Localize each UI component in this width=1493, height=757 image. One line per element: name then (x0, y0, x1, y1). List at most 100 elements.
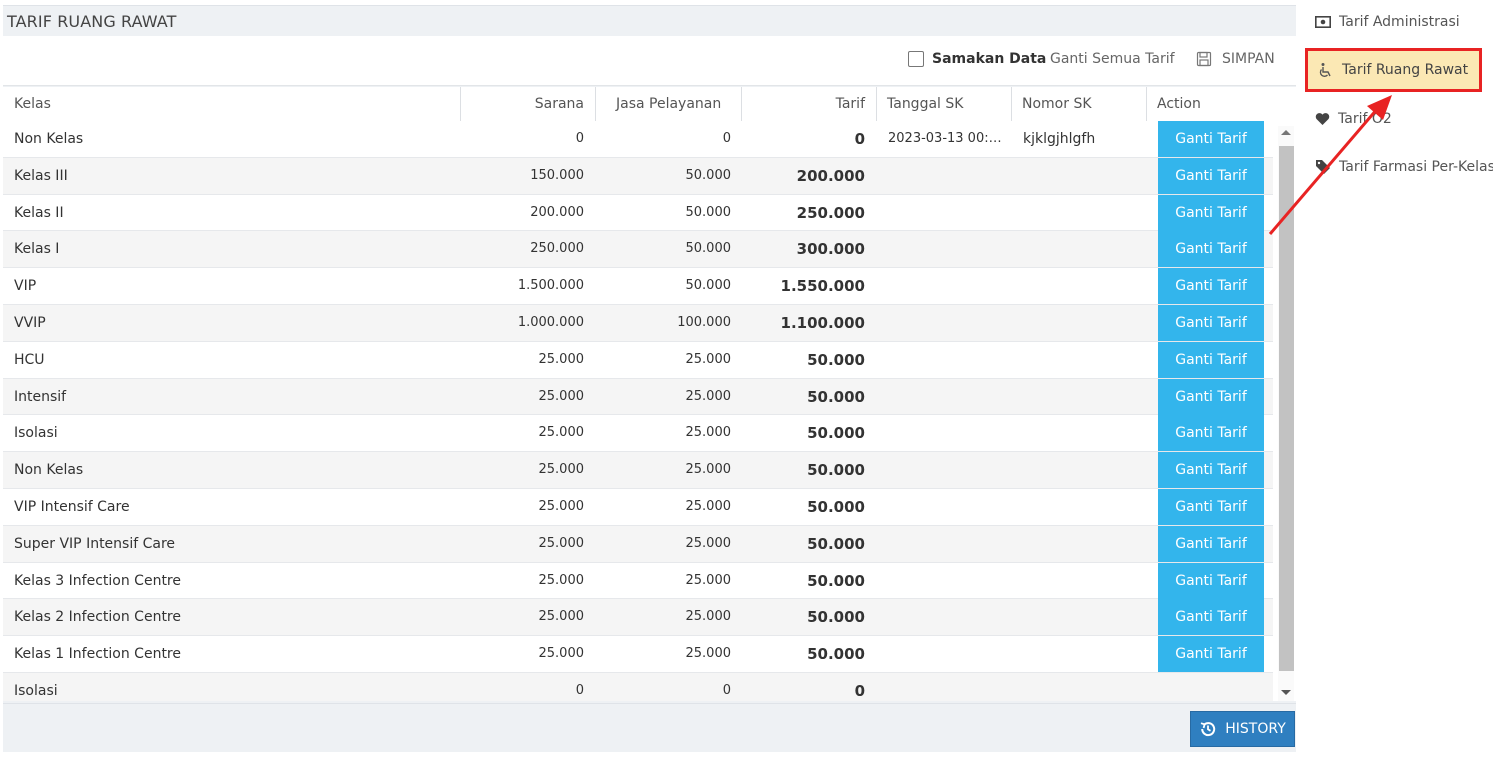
column-header-jasa-pelayanan[interactable]: Jasa Pelayanan (605, 87, 751, 121)
cell-sarana: 25.000 (538, 462, 585, 478)
cell-tanggal-sk (888, 305, 1006, 341)
cell-tanggal-sk (888, 563, 1006, 599)
ganti-tarif-button[interactable]: Ganti Tarif (1158, 452, 1264, 489)
cell-sarana: 0 (575, 131, 584, 146)
cell-sarana: 200.000 (530, 204, 584, 220)
cell-jasa-pelayanan: 25.000 (685, 646, 732, 662)
samakan-data-toggle[interactable]: Samakan Data (908, 51, 1046, 67)
cell-tanggal-sk (888, 342, 1006, 378)
table-header: Kelas Sarana Jasa Pelayanan Tarif Tangga… (3, 87, 1273, 121)
cell-sarana: 25.000 (538, 351, 585, 367)
cell-sarana: 25.000 (538, 609, 585, 625)
cell-nomor-sk (1023, 305, 1143, 341)
column-header-nomor-sk[interactable]: Nomor SK (1011, 87, 1146, 121)
cell-jasa-pelayanan: 100.000 (677, 314, 731, 330)
table-row: Isolasi 0 0 0 (3, 672, 1273, 701)
cell-sarana: 150.000 (530, 167, 584, 183)
cell-tarif: 1.100.000 (780, 313, 865, 332)
sidebar-item-tarif-o2[interactable]: Tarif O2 (1303, 97, 1493, 141)
samakan-data-label: Samakan Data (932, 51, 1047, 67)
wheelchair-icon (1319, 63, 1331, 77)
ganti-tarif-button[interactable]: Ganti Tarif (1158, 636, 1264, 673)
sidebar-item-tarif-administrasi[interactable]: Tarif Administrasi (1303, 0, 1493, 44)
simpan-button[interactable]: SIMPAN (1196, 51, 1275, 67)
ganti-tarif-button[interactable]: Ganti Tarif (1158, 304, 1264, 341)
save-icon (1196, 51, 1212, 67)
cell-nomor-sk (1023, 636, 1143, 672)
ganti-tarif-button[interactable]: Ganti Tarif (1158, 341, 1264, 378)
cell-sarana: 25.000 (538, 425, 585, 441)
heart-icon (1315, 113, 1330, 125)
cell-nomor-sk (1023, 599, 1143, 635)
panel-footer: HISTORY (3, 703, 1296, 752)
ganti-tarif-button[interactable]: Ganti Tarif (1158, 378, 1264, 415)
ganti-tarif-button[interactable]: Ganti Tarif (1158, 121, 1264, 157)
cell-jasa-pelayanan: 0 (722, 682, 731, 698)
cell-sarana: 25.000 (538, 535, 585, 551)
column-header-tarif[interactable]: Tarif (741, 87, 876, 121)
ganti-tarif-button[interactable]: Ganti Tarif (1158, 525, 1264, 562)
cell-tarif: 50.000 (807, 645, 865, 664)
cell-tanggal-sk (888, 452, 1006, 488)
tarif-sidebar: Tarif Administrasi Tarif Ruang Rawat Tar… (1303, 0, 1493, 757)
column-header-kelas[interactable]: Kelas (3, 87, 461, 121)
cell-tarif: 50.000 (807, 497, 865, 516)
cell-tarif: 0 (854, 681, 865, 700)
cell-nomor-sk (1023, 415, 1143, 451)
toolbar: Samakan Data Ganti Semua Tarif SIMPAN (3, 36, 1296, 86)
cell-tarif: 0 (854, 130, 865, 148)
cell-tanggal-sk (888, 415, 1006, 451)
cell-jasa-pelayanan: 25.000 (685, 572, 732, 588)
ganti-tarif-button[interactable]: Ganti Tarif (1158, 157, 1264, 194)
cell-tanggal-sk (888, 379, 1006, 415)
ganti-tarif-button[interactable]: Ganti Tarif (1158, 268, 1264, 305)
ganti-tarif-button[interactable]: Ganti Tarif (1158, 562, 1264, 599)
sidebar-item-label: Tarif Ruang Rawat (1342, 62, 1469, 78)
cell-tanggal-sk (888, 636, 1006, 672)
cell-kelas: Kelas I (14, 241, 60, 258)
scroll-down-arrow[interactable] (1281, 690, 1291, 695)
cell-tarif: 50.000 (807, 534, 865, 553)
cell-sarana: 25.000 (538, 388, 585, 404)
cell-nomor-sk (1023, 452, 1143, 488)
table-row: Super VIP Intensif Care 25.000 25.000 50.00… (3, 525, 1273, 563)
column-header-tanggal-sk[interactable]: Tanggal SK (876, 87, 1011, 121)
history-button[interactable]: HISTORY (1190, 711, 1295, 747)
table-row: VIP Intensif Care 25.000 25.000 50.000 Ganti… (3, 488, 1273, 526)
sidebar-item-tarif-ruang-rawat[interactable]: Tarif Ruang Rawat (1305, 48, 1482, 92)
ganti-tarif-button[interactable]: Ganti Tarif (1158, 415, 1264, 452)
column-header-action: Action (1157, 96, 1201, 112)
cell-tarif: 200.000 (796, 166, 865, 185)
table-row: HCU 25.000 25.000 50.000 Ganti Tarif (3, 341, 1273, 379)
cell-nomor-sk (1023, 526, 1143, 562)
column-header-sarana[interactable]: Sarana (461, 87, 595, 121)
scroll-up-arrow[interactable] (1281, 130, 1291, 135)
ganti-tarif-button[interactable]: Ganti Tarif (1158, 194, 1264, 231)
cell-tanggal-sk (888, 268, 1006, 304)
cell-nomor-sk: kjklgjhlgfh (1023, 131, 1096, 147)
ganti-tarif-button[interactable]: Ganti Tarif (1158, 599, 1264, 636)
table-body: Non Kelas 0 0 0 2023-03-13 00:0... kjklgjhlgf… (3, 121, 1273, 701)
sidebar-item-tarif-farmasi-per-kelas[interactable]: Tarif Farmasi Per-Kelas (1303, 145, 1493, 189)
scrollbar-thumb[interactable] (1279, 146, 1294, 671)
cell-nomor-sk (1023, 379, 1143, 415)
sidebar-item-label: Tarif Farmasi Per-Kelas (1339, 159, 1493, 175)
samakan-data-checkbox[interactable] (908, 51, 924, 67)
cell-tarif: 50.000 (807, 387, 865, 406)
cell-nomor-sk (1023, 342, 1143, 378)
cell-tanggal-sk (888, 673, 1006, 701)
cell-kelas: Kelas 1 Infection Centre (14, 646, 181, 663)
cell-jasa-pelayanan: 25.000 (685, 351, 732, 367)
cell-jasa-pelayanan: 25.000 (685, 535, 732, 551)
table-row: Kelas II 200.000 50.000 250.000 Ganti Tarif (3, 194, 1273, 232)
cell-sarana: 1.000.000 (517, 314, 584, 330)
cell-kelas: Non Kelas (14, 131, 84, 147)
cell-tanggal-sk (888, 231, 1006, 267)
ganti-tarif-button[interactable]: Ganti Tarif (1158, 488, 1264, 525)
cell-tarif: 250.000 (796, 203, 865, 222)
cell-tarif: 50.000 (807, 461, 865, 480)
ganti-tarif-button[interactable]: Ganti Tarif (1158, 231, 1264, 268)
cell-kelas: HCU (14, 351, 45, 368)
cell-tarif: 50.000 (807, 608, 865, 627)
ganti-semua-tarif-button[interactable]: Ganti Semua Tarif (1050, 51, 1175, 67)
